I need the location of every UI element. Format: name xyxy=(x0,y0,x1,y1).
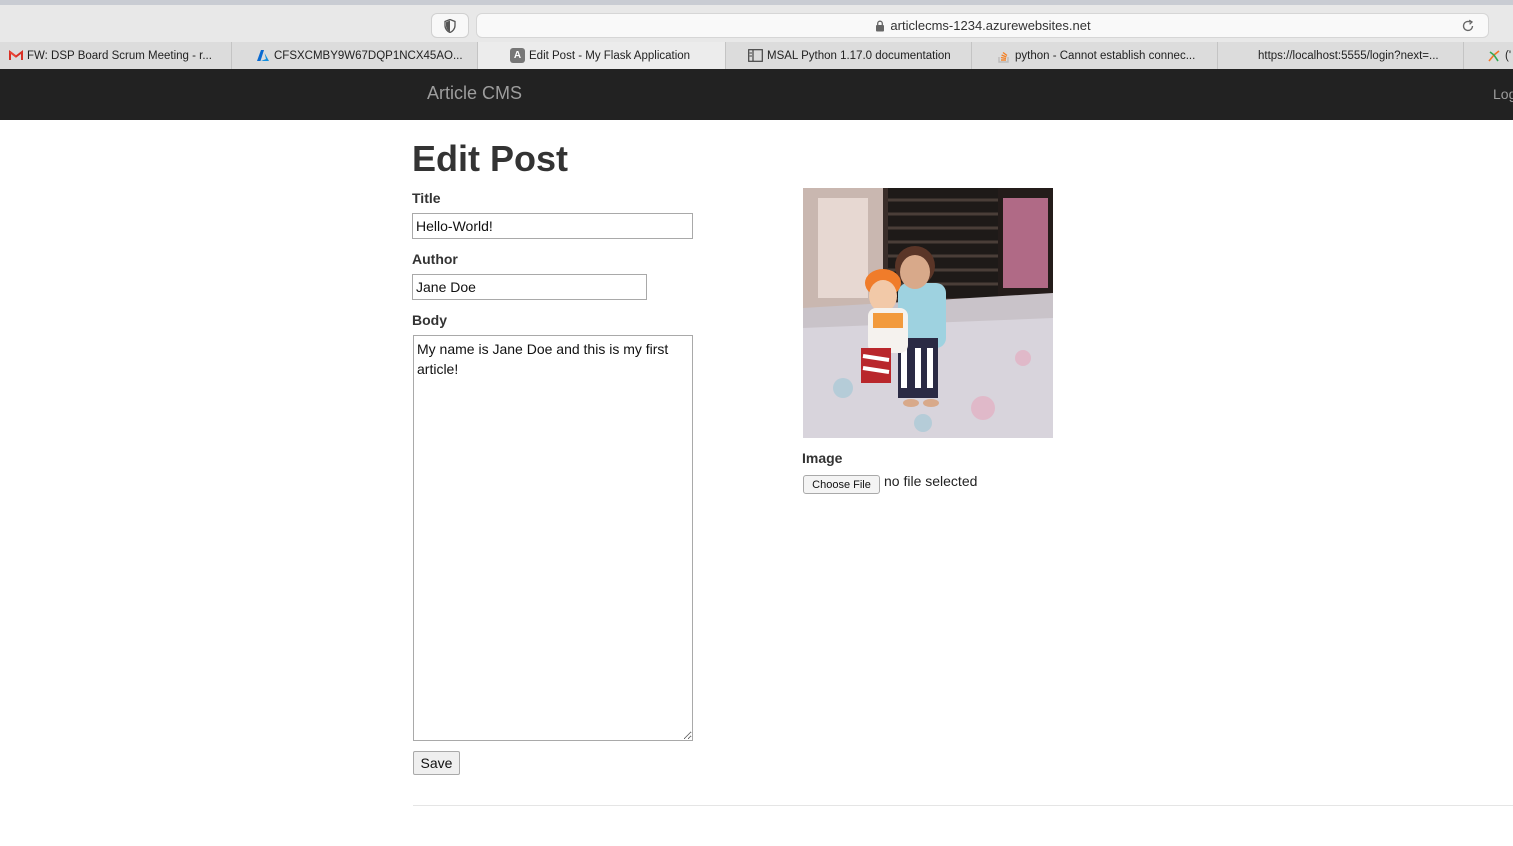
body-label: Body xyxy=(412,312,447,328)
tab-localhost-login[interactable]: https://localhost:5555/login?next=... xyxy=(1218,42,1464,69)
tab-bar: FW: DSP Board Scrum Meeting - r... CFSXC… xyxy=(0,42,1513,70)
author-input[interactable] xyxy=(412,274,647,300)
docs-icon xyxy=(748,48,763,63)
letter-a-icon: A xyxy=(510,48,525,63)
no-file-text: no file selected xyxy=(884,473,978,489)
post-image xyxy=(803,188,1053,438)
app-navbar: Article CMS Log xyxy=(0,69,1513,120)
url-text: articlecms-1234.azurewebsites.net xyxy=(890,18,1091,33)
browser-toolbar: articlecms-1234.azurewebsites.net xyxy=(0,5,1513,42)
tab-stackoverflow[interactable]: python - Cannot establish connec... xyxy=(972,42,1218,69)
body-textarea[interactable]: My name is Jane Doe and this is my first… xyxy=(413,335,693,741)
choose-file-button[interactable]: Choose File xyxy=(803,475,880,494)
address-bar[interactable]: articlecms-1234.azurewebsites.net xyxy=(476,13,1489,38)
title-label: Title xyxy=(412,190,441,206)
tab-gmail[interactable]: FW: DSP Board Scrum Meeting - r... xyxy=(0,42,232,69)
page-title: Edit Post xyxy=(412,138,569,179)
footer-divider xyxy=(413,805,1513,806)
lock-icon xyxy=(876,20,885,31)
tab-msal-docs[interactable]: MSAL Python 1.17.0 documentation xyxy=(726,42,972,69)
login-link[interactable]: Log xyxy=(1493,86,1513,102)
azure-icon xyxy=(255,48,270,63)
privacy-shield-button[interactable] xyxy=(431,13,469,38)
brand-link[interactable]: Article CMS xyxy=(427,83,522,104)
tab-jupyter[interactable]: (' xyxy=(1464,42,1513,69)
title-input[interactable] xyxy=(412,213,693,239)
author-label: Author xyxy=(412,251,458,267)
image-label: Image xyxy=(802,450,843,466)
save-button[interactable]: Save xyxy=(413,751,460,775)
reload-icon[interactable] xyxy=(1460,18,1476,34)
jupyter-icon xyxy=(1486,48,1501,63)
tab-azure[interactable]: CFSXCMBY9W67DQP1NCX45AO... xyxy=(232,42,478,69)
tab-edit-post[interactable]: A Edit Post - My Flask Application xyxy=(478,42,726,69)
gmail-icon xyxy=(8,48,23,63)
shield-icon xyxy=(444,18,456,33)
stackoverflow-icon xyxy=(996,48,1011,63)
